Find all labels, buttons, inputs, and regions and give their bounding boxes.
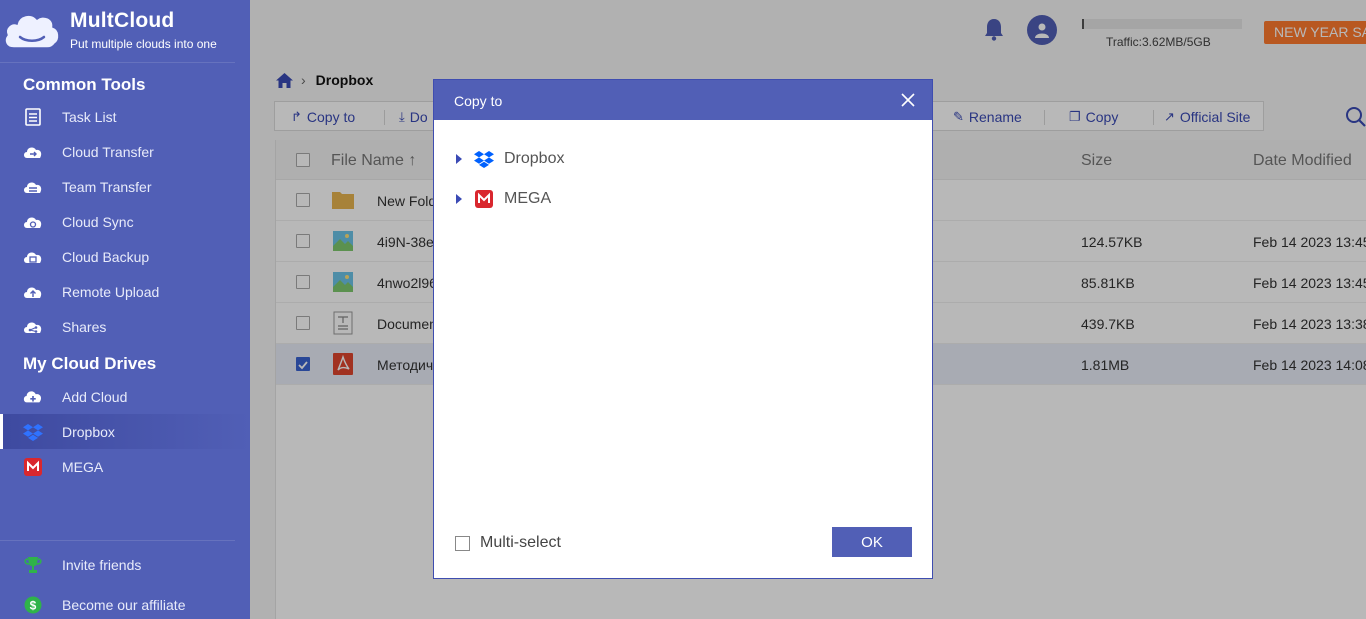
multi-select-checkbox[interactable]: Multi-select <box>455 534 561 552</box>
cloud-transfer-icon <box>23 142 43 162</box>
caret-right-icon[interactable] <box>456 194 462 204</box>
nav-label: Become our affiliate <box>62 596 186 613</box>
ok-button[interactable]: OK <box>832 527 912 557</box>
svg-text:$: $ <box>30 598 37 612</box>
multcloud-logo-icon <box>4 14 60 49</box>
caret-right-icon[interactable] <box>456 154 462 164</box>
nav-cloud-transfer[interactable]: Cloud Transfer <box>0 134 250 169</box>
dialog-title: Copy to <box>454 93 503 109</box>
shares-icon <box>23 317 43 337</box>
nav-label: Add Cloud <box>62 388 128 405</box>
nav-cloud-backup[interactable]: Cloud Backup <box>0 239 250 274</box>
nav-shares[interactable]: Shares <box>0 309 250 344</box>
tree-item-mega[interactable]: MEGA <box>456 187 551 211</box>
nav-cloud-sync[interactable]: Cloud Sync <box>0 204 250 239</box>
nav-label: Cloud Sync <box>62 213 134 230</box>
nav-label: Remote Upload <box>62 283 160 300</box>
nav-invite-friends[interactable]: Invite friends <box>0 547 250 582</box>
nav-add-cloud[interactable]: Add Cloud <box>0 379 250 414</box>
divider <box>0 62 235 63</box>
dialog-header: Copy to <box>434 80 932 120</box>
team-transfer-icon <box>23 177 43 197</box>
nav-label: Invite friends <box>62 556 142 573</box>
nav-task-list[interactable]: Task List <box>0 99 250 134</box>
close-icon[interactable] <box>900 92 916 108</box>
nav-team-transfer[interactable]: Team Transfer <box>0 169 250 204</box>
add-cloud-icon <box>23 387 43 407</box>
dropbox-icon <box>474 149 494 169</box>
mega-icon <box>23 457 43 477</box>
trophy-icon <box>23 555 43 575</box>
app-tagline: Put multiple clouds into one <box>70 37 217 51</box>
tree-item-dropbox[interactable]: Dropbox <box>456 147 564 171</box>
cloud-backup-icon <box>23 247 43 267</box>
remote-upload-icon <box>23 282 43 302</box>
nav-label: Task List <box>62 108 117 125</box>
copy-to-dialog: Copy to Dropbox MEGA Multi-select OK <box>433 79 933 579</box>
sidebar: MultCloud Put multiple clouds into one C… <box>0 0 250 619</box>
checkbox-box[interactable] <box>455 535 470 551</box>
dropbox-icon <box>23 422 43 442</box>
tree-label: MEGA <box>504 190 552 207</box>
my-cloud-drives-title: My Cloud Drives <box>23 354 157 373</box>
nav-remote-upload[interactable]: Remote Upload <box>0 274 250 309</box>
cloud-sync-icon <box>23 212 43 232</box>
common-tools-title: Common Tools <box>23 75 146 94</box>
logo[interactable]: MultCloud Put multiple clouds into one <box>0 0 250 62</box>
dollar-icon: $ <box>23 595 43 615</box>
nav-label: Cloud Transfer <box>62 143 154 160</box>
task-list-icon <box>23 107 43 127</box>
nav-label: Team Transfer <box>62 178 152 195</box>
multi-select-label: Multi-select <box>480 534 561 551</box>
nav-affiliate[interactable]: $ Become our affiliate <box>0 587 250 619</box>
tree-label: Dropbox <box>504 150 565 167</box>
nav-dropbox[interactable]: Dropbox <box>0 414 250 449</box>
nav-label: MEGA <box>62 458 104 475</box>
divider <box>0 540 235 541</box>
nav-label: Dropbox <box>62 423 115 440</box>
app-name: MultCloud <box>70 9 175 32</box>
mega-icon <box>474 189 494 209</box>
nav-label: Cloud Backup <box>62 248 150 265</box>
nav-label: Shares <box>62 318 107 335</box>
nav-mega[interactable]: MEGA <box>0 449 250 484</box>
